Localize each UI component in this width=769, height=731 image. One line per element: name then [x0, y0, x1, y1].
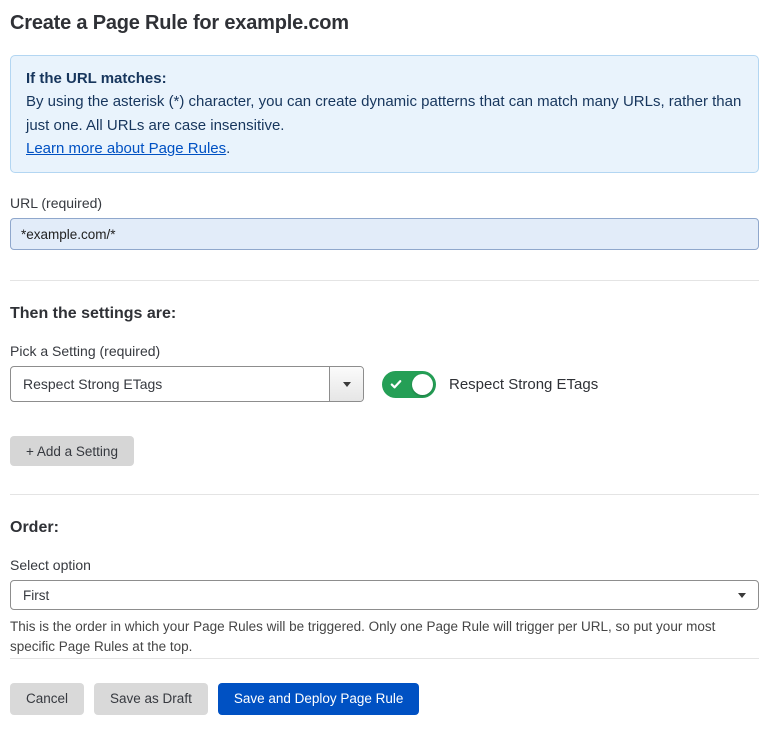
order-select[interactable]: First	[10, 580, 759, 610]
form-actions-row: Cancel Save as Draft Save and Deploy Pag…	[10, 683, 759, 715]
section-divider	[10, 280, 759, 281]
section-divider	[10, 494, 759, 495]
url-field-label: URL (required)	[10, 195, 759, 211]
add-setting-button[interactable]: + Add a Setting	[10, 436, 134, 466]
respect-strong-etags-toggle[interactable]	[382, 371, 436, 398]
order-help-text: This is the order in which your Page Rul…	[10, 617, 755, 658]
pick-setting-label: Pick a Setting (required)	[10, 343, 759, 359]
cancel-button[interactable]: Cancel	[10, 683, 84, 715]
url-match-info-box: If the URL matches: By using the asteris…	[10, 55, 759, 173]
order-select-value: First	[23, 588, 49, 603]
url-input[interactable]	[10, 218, 759, 250]
toggle-knob	[412, 374, 433, 395]
check-icon	[390, 378, 402, 390]
settings-section-heading: Then the settings are:	[10, 305, 759, 323]
info-box-heading: If the URL matches:	[26, 67, 743, 90]
save-and-deploy-button[interactable]: Save and Deploy Page Rule	[218, 683, 420, 715]
add-setting-wrap: + Add a Setting	[10, 436, 759, 466]
info-link-row: Learn more about Page Rules.	[26, 137, 743, 160]
info-link-period: .	[226, 140, 230, 157]
setting-select[interactable]: Respect Strong ETags	[10, 366, 364, 402]
setting-row: Respect Strong ETags Respect Strong ETag…	[10, 366, 759, 402]
setting-select-value: Respect Strong ETags	[11, 376, 174, 392]
page-title: Create a Page Rule for example.com	[10, 12, 759, 35]
info-box-body: By using the asterisk (*) character, you…	[26, 90, 743, 137]
learn-more-link[interactable]: Learn more about Page Rules	[26, 140, 226, 157]
chevron-down-icon	[738, 593, 746, 598]
order-section-heading: Order:	[10, 519, 759, 537]
chevron-down-icon	[343, 382, 351, 387]
order-select-label: Select option	[10, 557, 759, 573]
toggle-label: Respect Strong ETags	[449, 376, 598, 393]
save-as-draft-button[interactable]: Save as Draft	[94, 683, 208, 715]
setting-select-caret-button[interactable]	[329, 367, 363, 401]
section-divider	[10, 658, 759, 659]
page-rule-create-form: Create a Page Rule for example.com If th…	[0, 0, 769, 731]
